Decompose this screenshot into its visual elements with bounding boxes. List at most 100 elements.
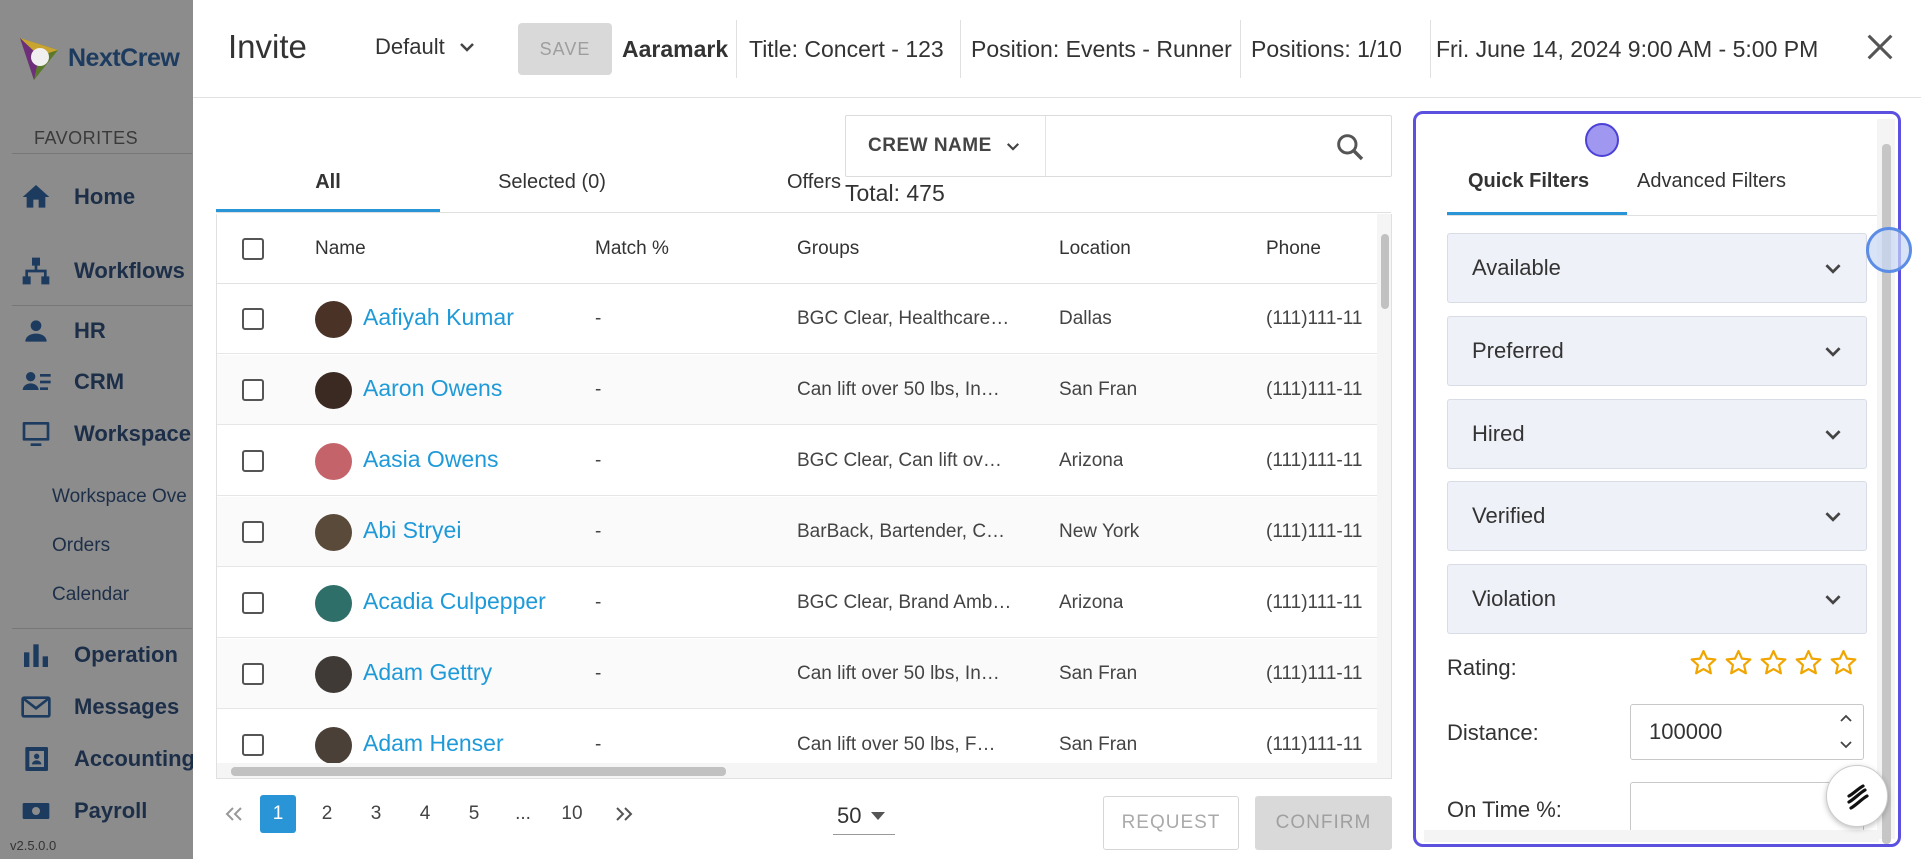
row-checkbox[interactable] [242, 308, 264, 330]
workflow-icon [22, 257, 50, 285]
search-input[interactable] [1050, 124, 1330, 168]
filter-available[interactable]: Available [1447, 233, 1867, 303]
nav-payroll[interactable]: Payroll [20, 795, 147, 827]
nav-home[interactable]: Home [20, 181, 135, 213]
groups-cell: BarBack, Bartender, C… [797, 521, 1006, 542]
avatar [315, 727, 352, 764]
page-1[interactable]: 1 [260, 795, 296, 833]
feedback-button[interactable] [1826, 765, 1888, 827]
nav-crm[interactable]: CRM [20, 366, 124, 398]
location-cell: San Fran [1059, 663, 1138, 684]
groups-cell: Can lift over 50 lbs, In… [797, 379, 1000, 400]
crew-name-link[interactable]: Adam Gettry [363, 659, 492, 686]
row-checkbox[interactable] [242, 592, 264, 614]
filter-violation[interactable]: Violation [1447, 564, 1867, 634]
row-checkbox[interactable] [242, 379, 264, 401]
crew-name-link[interactable]: Adam Henser [363, 730, 504, 757]
crew-name-link[interactable]: Acadia Culpepper [363, 588, 546, 615]
filter-section-label: Hired [1472, 421, 1525, 446]
phone-cell: (111)111-11 [1266, 450, 1363, 471]
request-button[interactable]: REQUEST [1103, 796, 1239, 850]
nav-sub-calendar[interactable]: Calendar [52, 584, 129, 606]
slash-logo-icon [1847, 784, 1869, 810]
search-icon[interactable] [1334, 131, 1366, 163]
column-header-match[interactable]: Match % [595, 238, 669, 260]
client-name: Aaramark [622, 36, 729, 62]
table-row[interactable]: Adam Gettry - Can lift over 50 lbs, In… San… [217, 639, 1377, 709]
row-checkbox[interactable] [242, 521, 264, 543]
star-icon[interactable] [1724, 648, 1753, 677]
decrement-icon[interactable] [1839, 739, 1853, 751]
nav-accounting[interactable]: Accounting [20, 743, 195, 775]
star-icon[interactable] [1759, 648, 1788, 677]
match-cell: - [595, 521, 602, 542]
page-2[interactable]: 2 [309, 795, 345, 833]
avatar [315, 585, 352, 622]
ledger-icon [25, 747, 48, 771]
crew-name-link[interactable]: Aaron Owens [363, 375, 502, 402]
table-row[interactable]: Aaron Owens - Can lift over 50 lbs, In… San… [217, 355, 1377, 425]
star-icon[interactable] [1794, 648, 1823, 677]
nav-sub-workspace-overview[interactable]: Workspace Ove [52, 486, 187, 508]
search-field-select[interactable]: CREW NAME [846, 116, 1046, 176]
tab-selected[interactable]: Selected (0) [440, 150, 664, 214]
close-icon[interactable] [1863, 30, 1897, 64]
nav-sub-orders[interactable]: Orders [52, 535, 110, 557]
filter-preferred[interactable]: Preferred [1447, 316, 1867, 386]
row-checkbox[interactable] [242, 663, 264, 685]
star-icon[interactable] [1689, 648, 1718, 677]
nav-hr[interactable]: HR [20, 315, 106, 347]
select-all-checkbox[interactable] [242, 238, 264, 260]
tab-all[interactable]: All [216, 150, 440, 214]
distance-input[interactable] [1649, 717, 1829, 747]
filter-hired[interactable]: Hired [1447, 399, 1867, 469]
nav-workspace[interactable]: Workspace [20, 418, 191, 450]
search-field-label: CREW NAME [868, 135, 992, 156]
star-icon[interactable] [1829, 648, 1858, 677]
column-header-phone[interactable]: Phone [1266, 238, 1321, 260]
last-page-icon[interactable] [606, 795, 642, 833]
column-header-location[interactable]: Location [1059, 238, 1131, 260]
assistant-edge-icon[interactable] [1866, 227, 1912, 273]
chevron-down-icon [1006, 142, 1019, 151]
first-page-icon[interactable] [216, 795, 252, 833]
page-4[interactable]: 4 [407, 795, 443, 833]
crew-name-link[interactable]: Abi Stryei [363, 517, 461, 544]
location-cell: San Fran [1059, 734, 1138, 755]
table-row[interactable]: Abi Stryei - BarBack, Bartender, C… New Yor… [217, 497, 1377, 567]
ontime-input[interactable] [1649, 795, 1829, 825]
page-size-select[interactable]: 50 [833, 797, 895, 835]
nav-divider [12, 153, 192, 154]
nav-operation[interactable]: Operation [20, 639, 178, 671]
table-vertical-scroll-thumb[interactable] [1381, 234, 1389, 309]
template-select[interactable]: Default [375, 34, 475, 60]
table-horizontal-scroll-thumb[interactable] [231, 767, 726, 776]
confirm-button[interactable]: CONFIRM [1255, 796, 1392, 850]
tab-quick-filters[interactable]: Quick Filters [1468, 170, 1589, 193]
rating-label: Rating: [1447, 655, 1517, 680]
nav-workflows[interactable]: Workflows [20, 255, 185, 287]
filter-panel-horizontal-scrollbar[interactable] [1424, 830, 1879, 842]
modal-title: Invite [228, 28, 307, 65]
column-header-name[interactable]: Name [315, 238, 366, 260]
nav-messages[interactable]: Messages [20, 691, 179, 723]
page-10[interactable]: 10 [554, 795, 590, 833]
crew-name-link[interactable]: Aafiyah Kumar [363, 304, 514, 331]
brand[interactable]: NextCrew [14, 30, 180, 86]
bar-chart-icon [24, 644, 48, 667]
filter-verified[interactable]: Verified [1447, 481, 1867, 551]
save-button[interactable]: SAVE [518, 23, 612, 75]
home-icon [22, 185, 50, 208]
table-row[interactable]: Aasia Owens - BGC Clear, Can lift ov… Arizo… [217, 426, 1377, 496]
row-checkbox[interactable] [242, 450, 264, 472]
table-row[interactable]: Acadia Culpepper - BGC Clear, Brand Amb… Ar… [217, 568, 1377, 638]
nav-divider [12, 305, 192, 306]
row-checkbox[interactable] [242, 734, 264, 756]
tab-advanced-filters[interactable]: Advanced Filters [1637, 170, 1786, 193]
column-header-groups[interactable]: Groups [797, 238, 859, 260]
page-5[interactable]: 5 [456, 795, 492, 833]
increment-icon[interactable] [1839, 712, 1853, 724]
page-3[interactable]: 3 [358, 795, 394, 833]
table-row[interactable]: Aafiyah Kumar - BGC Clear, Healthcare… Dall… [217, 284, 1377, 354]
crew-name-link[interactable]: Aasia Owens [363, 446, 499, 473]
